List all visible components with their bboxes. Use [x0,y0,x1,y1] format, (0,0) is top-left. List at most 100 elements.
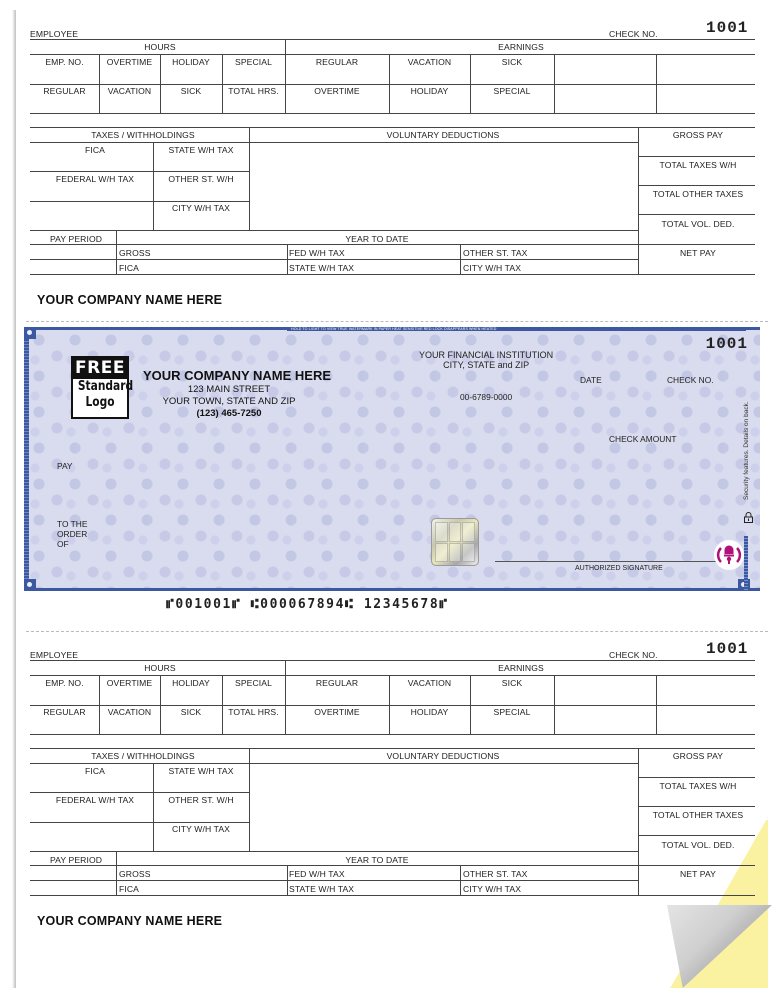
hours-cell-label: VACATION [107,86,152,96]
financial-institution: YOUR FINANCIAL INSTITUTION CITY, STATE a… [419,350,553,370]
ytd-cell-label: FED W/H TAX [289,248,345,258]
company-phone: (123) 465-7250 [196,408,262,419]
grid-line-v [153,142,154,230]
total-label: TOTAL TAXES W/H [659,159,737,170]
total-label: TOTAL OTHER TAXES [652,189,744,199]
hours-cell-label: SICK [180,86,202,96]
earnings-cell-label: VACATION [407,57,452,67]
grid-line-h [30,113,755,114]
grid-line-v [285,39,286,113]
grid-line-v [99,54,100,113]
company-address-street: 123 MAIN STREET [187,384,271,395]
earnings-cell-label: SPECIAL [493,86,531,96]
bank-name: YOUR FINANCIAL INSTITUTION [419,350,554,360]
ytd-cell-label: OTHER ST. TAX [463,248,528,258]
hologram-icon [431,518,479,566]
ytd-cell-label: STATE W/H TAX [289,263,355,273]
grid-line-v [460,244,461,274]
security-strip-text: HOLD TO LIGHT TO VIEW TRUE WATERMARK IN … [291,327,497,331]
order-line-2: ORDER [57,529,88,539]
total-label: GROSS PAY [672,130,724,140]
tax-cell-label: FICA [85,145,105,155]
grid-line-v [638,127,639,274]
grid-line-h [30,127,638,128]
total-label: TOTAL VOL. DED. [661,218,735,229]
grid-line-v [656,54,657,113]
heat-sensitive-lock-icon [714,540,744,570]
micr-line: ⑈001001⑈ ⑆000067894⑆ 12345678⑈ [166,597,449,612]
security-features-text: Security features. Details on back. [743,401,750,500]
taxes-header: TAXES / WITHHOLDINGS [91,130,195,140]
date-label: DATE [580,375,602,385]
grid-line-v [160,54,161,113]
hours-cell-label: EMP. NO. [45,57,84,67]
pay-period-label: PAY PERIOD [49,234,103,244]
check-border-right [744,536,748,591]
grid-line-h [30,39,755,40]
tax-cell-label: FEDERAL W/H TAX [55,174,135,184]
ytd-cell-label: GROSS [119,248,151,258]
check-number: 1001 [705,335,748,353]
earnings-cell-label: HOLIDAY [410,86,449,96]
hours-cell-label: REGULAR [43,86,86,96]
grid-line-v [249,127,250,230]
grid-line-v [470,54,471,113]
earnings-header: EARNINGS [498,42,544,52]
grid-line-h [638,156,755,157]
grid-line-h [30,84,755,85]
ytd-cell-label: CITY W/H TAX [463,263,522,273]
pay-label: PAY [57,461,73,471]
hours-cell-label: TOTAL HRS. [228,86,279,96]
check-number: 1001 [706,19,749,37]
check-no-label: CHECK NO. [667,375,714,385]
check-no-label: CHECK NO. [609,29,658,39]
earnings-cell-label: REGULAR [315,57,359,67]
bank-city: CITY, STATE and ZIP [443,360,530,370]
company-logo: FREE Standard Logo [71,356,134,419]
routing-fraction: 00-6789-0000 [460,392,513,402]
grid-line-h [30,230,638,231]
order-line-3: OF [57,539,69,549]
grid-line-h [638,214,755,215]
grid-line-v [116,230,117,274]
corner-ornament [24,327,36,339]
hours-cell-label: HOLIDAY [172,57,210,67]
tax-cell-label: STATE W/H TAX [168,145,234,155]
top-pay-stub: EMPLOYEE CHECK NO. 1001 HOURS EARNINGS EMP. N… [0,0,784,320]
voluntary-deductions-header: VOLUNTARY DEDUCTIONS [386,130,500,140]
stub-company-name: YOUR COMPANY NAME HERE [37,293,223,307]
grid-line-h [638,244,755,245]
ytd-cell-label: FICA [119,263,139,273]
order-line-1: TO THE [57,519,88,529]
lock-icon [744,512,753,523]
grid-line-h [30,171,249,172]
earnings-cell-label: SICK [501,57,523,67]
check-company-name: YOUR COMPANY NAME HERE [143,368,332,383]
grid-line-h [638,274,755,275]
signature-line[interactable] [495,561,731,562]
order-of-label: TO THE ORDER OF [57,519,87,549]
employee-label: EMPLOYEE [30,29,79,39]
authorized-signature-label: AUTHORIZED SIGNATURE [575,565,663,572]
grid-line-h [30,274,638,275]
grid-line-v [554,54,555,113]
company-address-city: YOUR TOWN, STATE AND ZIP [162,396,296,407]
grid-line-v [389,54,390,113]
grid-line-h [638,185,755,186]
hours-cell-label: OVERTIME [106,57,153,67]
perforation-line [26,631,768,632]
hours-cell-label: SPECIAL [234,57,273,67]
grid-line-h [30,259,638,260]
grid-line-h [638,127,755,128]
corner-ornament [24,579,36,591]
check-amount-label: CHECK AMOUNT [609,434,677,444]
grid-line-v [222,54,223,113]
tax-cell-label: CITY W/H TAX [171,203,231,213]
year-to-date-header: YEAR TO DATE [345,234,409,244]
earnings-cell-label: OVERTIME [314,86,360,96]
check-border-left [24,330,29,588]
logo-logo-text: Logo [85,395,115,410]
grid-line-h [116,244,638,245]
check: HOLD TO LIGHT TO VIEW TRUE WATERMARK IN … [24,327,760,591]
logo-standard-text: Standard [77,379,134,394]
